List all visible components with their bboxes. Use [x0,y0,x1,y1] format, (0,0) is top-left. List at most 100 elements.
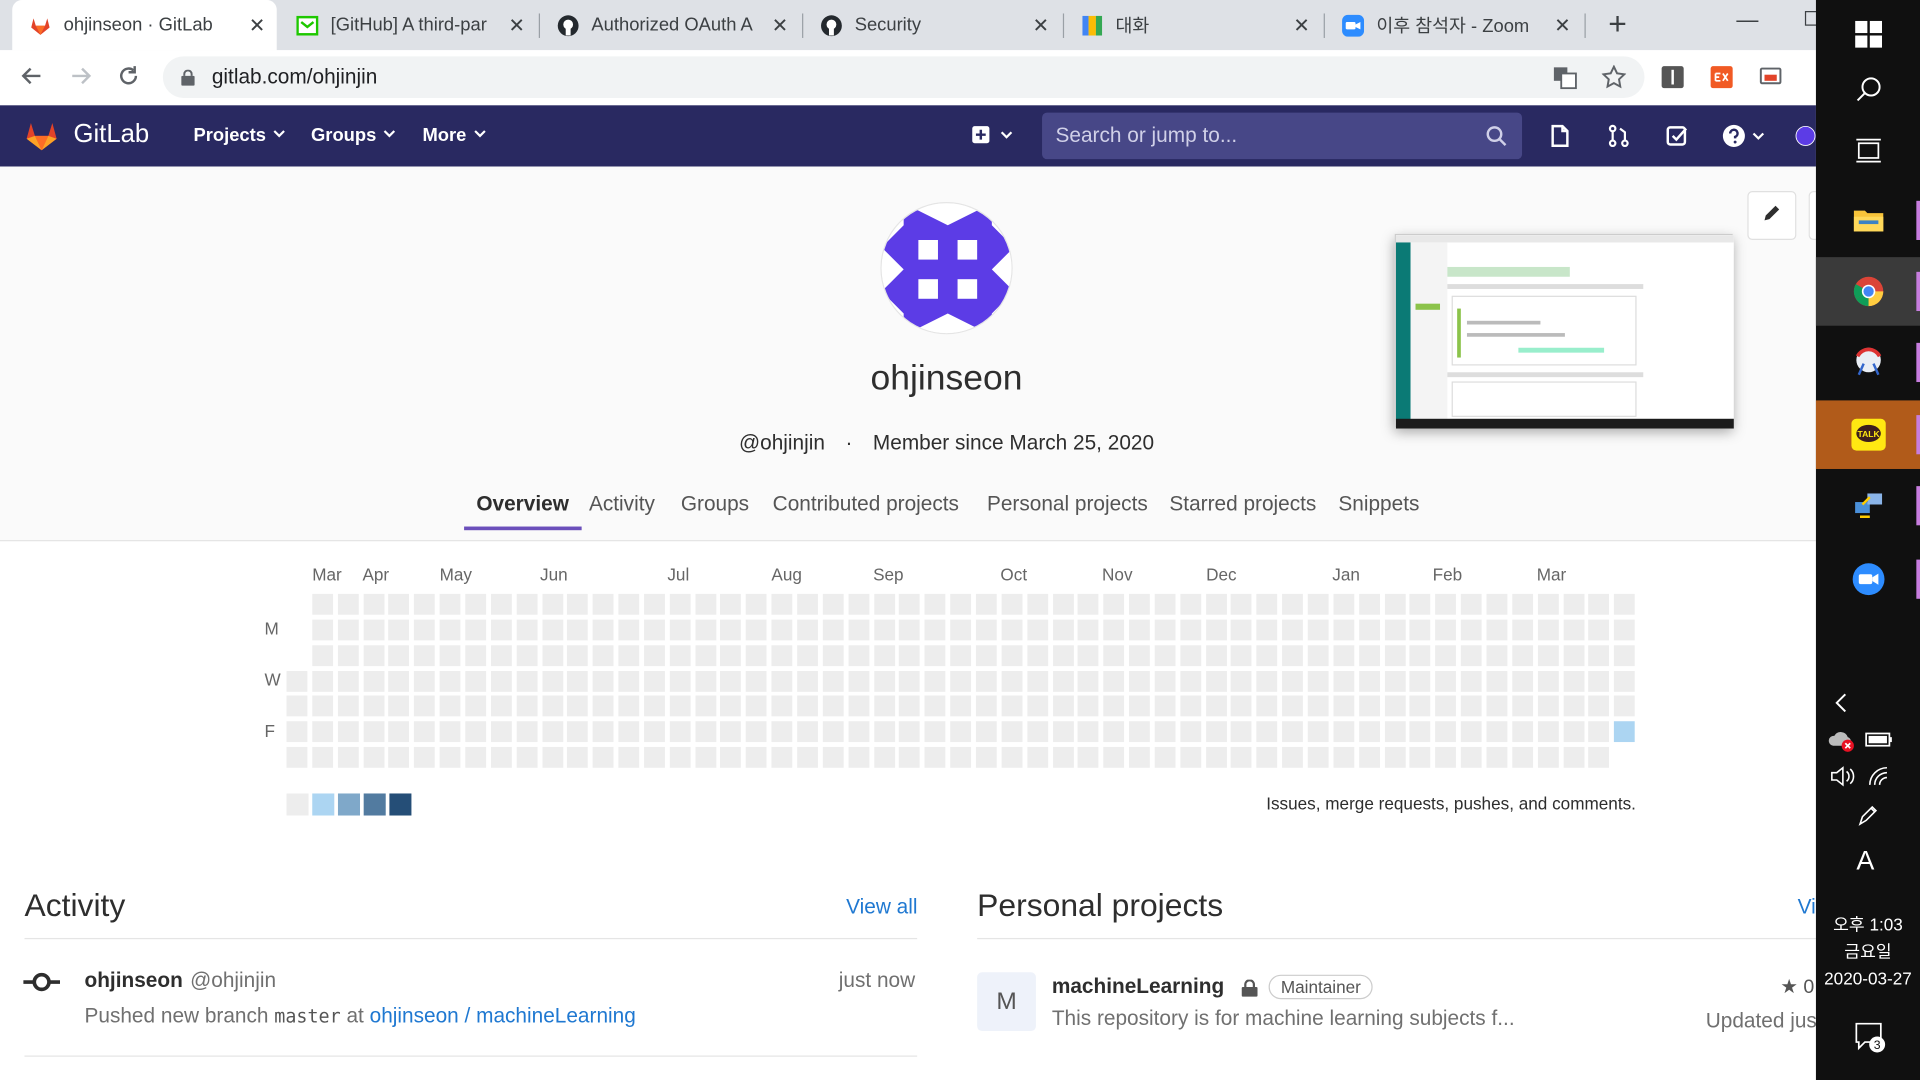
issues-icon[interactable] [1548,122,1572,149]
calendar-day-cell[interactable] [1563,695,1584,717]
calendar-day-cell[interactable] [1129,721,1150,743]
calendar-day-cell[interactable] [1129,593,1150,615]
calendar-day-cell[interactable] [312,747,333,768]
calendar-day-cell[interactable] [695,619,716,641]
calendar-day-cell[interactable] [1486,670,1508,692]
calendar-day-cell[interactable] [1486,721,1508,743]
calendar-day-cell[interactable] [618,670,640,692]
calendar-day-cell[interactable] [592,670,614,692]
calendar-day-cell[interactable] [873,747,895,768]
calendar-day-cell[interactable] [1614,619,1635,641]
calendar-day-cell[interactable] [1384,695,1406,717]
calendar-day-cell[interactable] [312,721,333,743]
calendar-day-cell[interactable] [1307,593,1329,615]
calendar-day-cell[interactable] [950,619,972,641]
bookmark-star-icon[interactable] [1601,64,1627,89]
calendar-day-cell[interactable] [465,593,487,615]
calendar-day-cell[interactable] [1563,644,1584,666]
calendar-day-cell[interactable] [924,747,946,768]
calendar-day-cell[interactable] [439,747,461,768]
calendar-day-cell[interactable] [950,670,972,692]
calendar-day-cell[interactable] [1180,670,1201,692]
calendar-day-cell[interactable] [975,670,997,692]
calendar-day-cell[interactable] [669,747,691,768]
calendar-day-cell[interactable] [797,593,818,615]
tab-contributed-projects[interactable]: Contributed projects [773,492,959,530]
calendar-day-cell[interactable] [1333,721,1355,743]
calendar-day-cell[interactable] [771,695,793,717]
calendar-day-cell[interactable] [848,747,870,768]
tab-close-icon[interactable]: ✕ [1029,13,1053,37]
calendar-day-cell[interactable] [848,619,870,641]
calendar-day-cell[interactable] [1307,721,1329,743]
todos-icon[interactable] [1665,122,1689,149]
calendar-day-cell[interactable] [567,619,589,641]
calendar-day-cell[interactable] [1154,593,1176,615]
calendar-day-cell[interactable] [567,721,589,743]
tab-personal-projects[interactable]: Personal projects [987,492,1148,530]
calendar-day-cell[interactable] [899,619,921,641]
calendar-day-cell[interactable] [924,670,946,692]
calendar-day-cell[interactable] [541,747,563,768]
minimize-window-button[interactable]: — [1736,7,1758,33]
calendar-day-cell[interactable] [567,644,589,666]
floating-screenshot-preview[interactable] [1394,233,1734,429]
calendar-day-cell[interactable] [771,619,793,641]
gitlab-logo-icon[interactable] [24,119,58,153]
tab-chat[interactable]: 대화 ✕ [1064,0,1321,50]
calendar-day-cell[interactable] [1409,721,1431,743]
calendar-day-cell[interactable] [1563,747,1584,768]
calendar-day-cell[interactable] [465,695,487,717]
calendar-day-cell[interactable] [695,593,716,615]
calendar-day-cell[interactable] [899,747,921,768]
calendar-day-cell[interactable] [1333,619,1355,641]
calendar-day-cell[interactable] [1563,670,1584,692]
calendar-day-cell[interactable] [618,644,640,666]
calendar-day-cell[interactable] [1256,593,1278,615]
calendar-day-cell[interactable] [1588,593,1610,615]
calendar-day-cell[interactable] [720,670,742,692]
calendar-day-cell[interactable] [1563,593,1584,615]
search-input[interactable]: Search or jump to... [1042,112,1523,160]
calendar-day-cell[interactable] [363,695,384,717]
user-avatar-menu[interactable] [1795,122,1816,149]
calendar-day-cell[interactable] [388,593,410,615]
tab-github-mail[interactable]: [GitHub] A third-par ✕ [279,0,536,50]
calendar-day-cell[interactable] [975,619,997,641]
calendar-day-cell[interactable] [643,619,665,641]
calendar-day-cell[interactable] [1077,695,1099,717]
calendar-day-cell[interactable] [1588,747,1610,768]
calendar-day-cell[interactable] [848,593,870,615]
calendar-day-cell[interactable] [1231,695,1252,717]
calendar-day-cell[interactable] [822,670,844,692]
calendar-day-cell[interactable] [975,747,997,768]
calendar-day-cell[interactable] [746,695,767,717]
calendar-day-cell[interactable] [439,721,461,743]
calendar-day-cell[interactable] [1077,619,1099,641]
calendar-day-cell[interactable] [1231,670,1252,692]
calendar-day-cell[interactable] [950,695,972,717]
calendar-day-cell[interactable] [1231,747,1252,768]
calendar-day-cell[interactable] [1001,593,1023,615]
calendar-day-cell[interactable] [490,644,512,666]
calendar-day-cell[interactable] [1052,619,1074,641]
calendar-day-cell[interactable] [1026,593,1048,615]
calendar-day-cell[interactable] [822,695,844,717]
calendar-day-cell[interactable] [1001,695,1023,717]
calendar-day-cell[interactable] [363,670,384,692]
calendar-day-cell[interactable] [1103,644,1125,666]
calendar-day-cell[interactable] [924,593,946,615]
calendar-day-cell[interactable] [312,644,333,666]
calendar-day-cell[interactable] [1537,695,1559,717]
calendar-day-cell[interactable] [899,695,921,717]
calendar-day-cell[interactable] [643,695,665,717]
calendar-day-cell[interactable] [746,644,767,666]
calendar-day-cell[interactable] [1026,695,1048,717]
calendar-day-cell[interactable] [1358,593,1380,615]
calendar-day-cell[interactable] [490,593,512,615]
calendar-day-cell[interactable] [1180,721,1201,743]
calendar-day-cell[interactable] [490,619,512,641]
calendar-day-cell[interactable] [873,695,895,717]
calendar-day-cell[interactable] [1512,619,1533,641]
calendar-day-cell[interactable] [1409,747,1431,768]
